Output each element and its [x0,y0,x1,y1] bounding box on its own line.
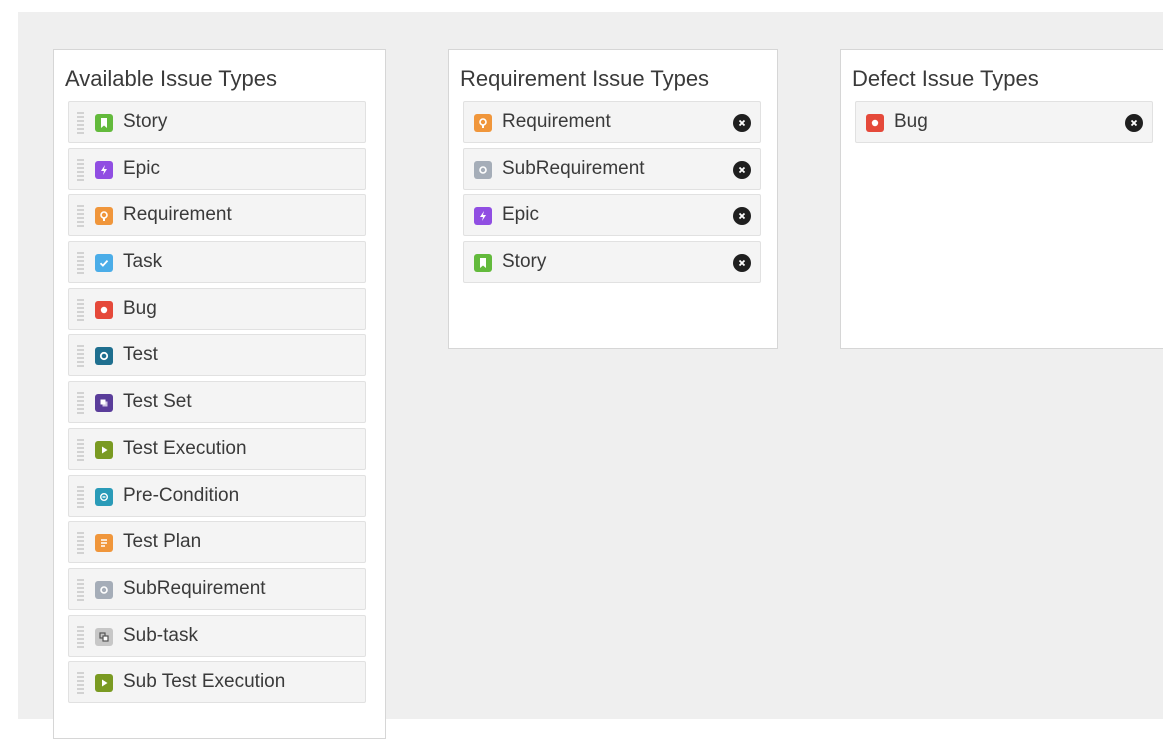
issue-type-item-pre-condition[interactable]: Pre-Condition [68,474,366,517]
subrequirement-icon [95,580,113,599]
issue-type-item-subrequirement[interactable]: SubRequirement [68,567,366,610]
panel-title: Defect Issue Types [852,66,1039,91]
remove-issue-type-button[interactable] [733,254,751,273]
close-circle-icon [1130,119,1138,127]
issue-type-item-epic[interactable]: Epic [68,147,366,190]
close-circle-icon [738,119,746,127]
remove-issue-type-button[interactable] [1125,114,1143,132]
issue-type-label: Test Execution [123,437,247,459]
issue-type-label: Test Set [123,391,192,413]
issue-type-label: Epic [123,157,160,179]
drag-handle-icon[interactable] [77,345,84,368]
issue-type-label: Epic [502,204,539,226]
issue-type-label: Sub-task [123,624,198,646]
bug-icon [866,114,884,132]
sub-test-execution-icon [95,674,113,693]
defect-issue-types-list: Bug [855,101,1153,148]
issue-type-item-requirement[interactable]: Requirement [463,101,761,143]
issue-type-mapping-area: Available Issue Types Story Epic Requireme… [18,12,1163,739]
remove-issue-type-button[interactable] [733,114,751,132]
issue-type-label: Story [502,251,547,273]
remove-issue-type-button[interactable] [733,160,751,179]
drag-handle-icon[interactable] [77,578,84,601]
issue-type-item-test-plan[interactable]: Test Plan [68,521,366,564]
issue-type-item-sub-test-execution[interactable]: Sub Test Execution [68,661,366,704]
issue-type-label: Bug [123,297,157,319]
close-circle-icon [738,166,746,173]
remove-issue-type-button[interactable] [733,207,751,226]
issue-type-item-requirement[interactable]: Requirement [68,194,366,237]
drag-handle-icon[interactable] [77,485,84,508]
drag-handle-icon[interactable] [77,112,84,134]
drag-handle-icon[interactable] [77,158,84,181]
issue-type-item-test-set[interactable]: Test Set [68,381,366,424]
issue-type-label: Task [123,251,163,273]
story-icon [95,114,113,132]
available-issue-types-list: Story Epic Requirement Task Bug Test Test Set T… [68,101,366,708]
drag-handle-icon[interactable] [77,298,84,321]
issue-type-item-test-execution[interactable]: Test Execution [68,427,366,470]
issue-type-label: SubRequirement [502,157,645,179]
close-circle-icon [738,259,746,267]
issue-type-item-story[interactable]: Story [68,101,366,143]
available-issue-types-panel: Available Issue Types Story Epic Requireme… [53,49,386,739]
issue-type-label: SubRequirement [123,577,266,599]
drag-handle-icon[interactable] [77,625,84,648]
test-execution-icon [95,440,113,459]
requirement-icon [474,114,492,132]
issue-type-item-subrequirement[interactable]: SubRequirement [463,147,761,190]
story-icon [474,254,492,273]
issue-type-item-sub-task[interactable]: Sub-task [68,614,366,657]
issue-type-label: Story [123,111,168,132]
panel-title: Available Issue Types [65,66,277,91]
epic-icon [474,207,492,226]
drag-handle-icon[interactable] [77,532,84,555]
issue-type-item-task[interactable]: Task [68,241,366,284]
requirement-issue-types-list: Requirement SubRequirement Epic Story [463,101,761,288]
issue-type-item-bug[interactable]: Bug [855,101,1153,143]
issue-type-item-epic[interactable]: Epic [463,194,761,237]
drag-handle-icon[interactable] [77,672,84,695]
issue-type-item-story[interactable]: Story [463,241,761,284]
issue-type-label: Pre-Condition [123,484,240,506]
issue-type-item-bug[interactable]: Bug [68,287,366,330]
task-icon [95,254,113,273]
bug-icon [95,300,113,319]
test-plan-icon [95,534,113,553]
sub-task-icon [95,627,113,646]
close-circle-icon [738,213,746,220]
issue-type-label: Test Plan [123,531,202,553]
issue-type-item-test[interactable]: Test [68,334,366,377]
drag-handle-icon[interactable] [77,438,84,461]
pre-condition-icon [95,487,113,506]
subrequirement-icon [474,160,492,179]
drag-handle-icon[interactable] [77,205,84,228]
defect-issue-types-panel: Defect Issue Types Bug [840,49,1163,349]
issue-type-label: Requirement [123,204,232,226]
issue-type-label: Requirement [502,111,611,132]
drag-handle-icon[interactable] [77,252,84,275]
requirement-icon [95,207,113,226]
panel-title: Requirement Issue Types [460,66,710,91]
test-icon [95,347,113,366]
issue-type-label: Sub Test Execution [123,671,286,693]
issue-type-label: Bug [894,111,928,132]
drag-handle-icon[interactable] [77,392,84,415]
requirement-issue-types-panel: Requirement Issue Types Requirement SubRe… [448,49,778,349]
test-set-icon [95,394,113,413]
issue-type-label: Test [123,344,158,366]
epic-icon [95,160,113,179]
